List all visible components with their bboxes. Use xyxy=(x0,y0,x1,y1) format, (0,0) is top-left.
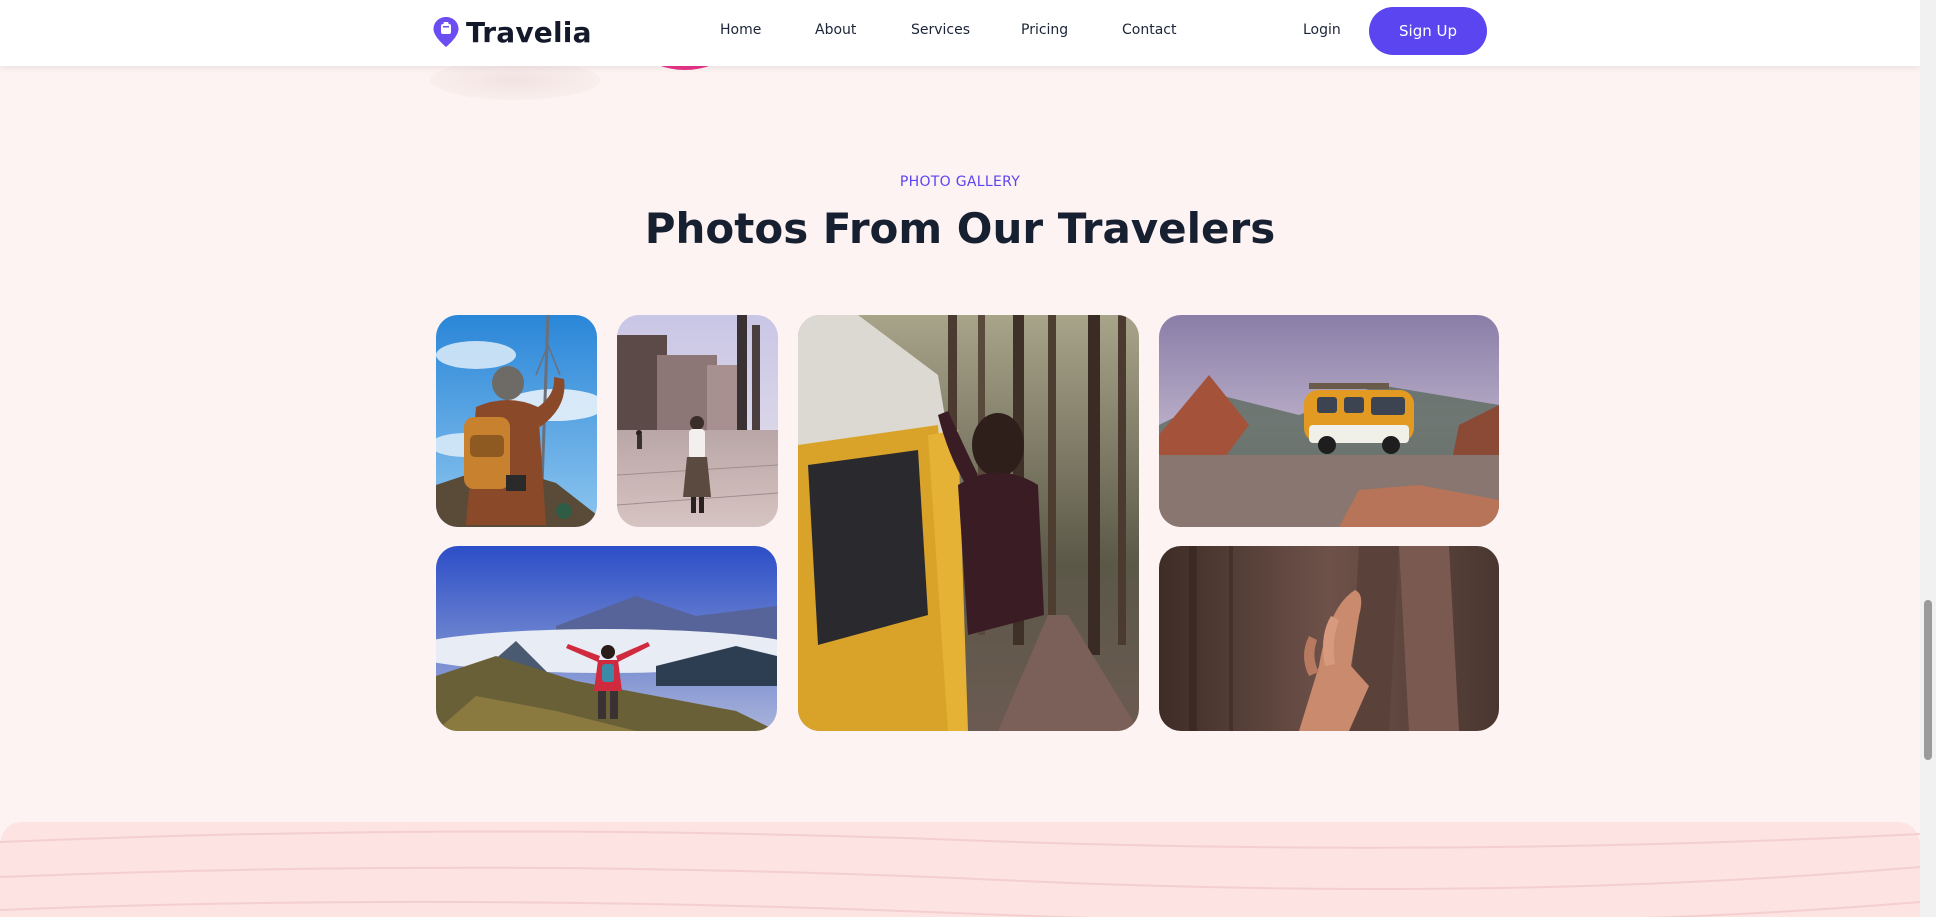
plaza-photo-image xyxy=(617,315,778,527)
nav-about[interactable]: About xyxy=(815,22,856,38)
wave-pattern-decoration xyxy=(0,830,1920,917)
site-header: Travelia Home About Services Pricing Con… xyxy=(0,0,1920,66)
section-eyebrow: PHOTO GALLERY xyxy=(899,174,1021,190)
location-pin-icon xyxy=(433,17,459,47)
van-forest-photo-image xyxy=(798,315,1139,731)
gallery-photo-plaza[interactable] xyxy=(617,315,778,527)
brand-name: Travelia xyxy=(466,15,592,49)
gallery-photo-van-forest[interactable] xyxy=(798,315,1139,731)
hiker-photo-image xyxy=(436,315,597,527)
hand-rock-photo-image xyxy=(1159,546,1499,731)
gallery-photo-hand-rock[interactable] xyxy=(1159,546,1499,731)
login-link[interactable]: Login xyxy=(1303,22,1341,38)
brand-logo[interactable]: Travelia xyxy=(432,14,592,50)
nav-home[interactable]: Home xyxy=(720,22,761,38)
gallery-photo-hiker[interactable] xyxy=(436,315,597,527)
signup-button[interactable]: Sign Up xyxy=(1369,7,1487,55)
nav-pricing[interactable]: Pricing xyxy=(1021,22,1068,38)
gallery-photo-orange-van[interactable] xyxy=(1159,315,1499,527)
next-section-band xyxy=(0,822,1920,917)
scrollbar-thumb[interactable] xyxy=(1924,600,1932,760)
nav-contact[interactable]: Contact xyxy=(1122,22,1176,38)
orange-van-photo-image xyxy=(1159,315,1499,527)
section-title: Photos From Our Travelers xyxy=(644,204,1276,253)
page-scrollbar[interactable] xyxy=(1920,0,1936,917)
gallery-photo-mountain-hiker[interactable] xyxy=(436,546,777,731)
mountain-hiker-photo-image xyxy=(436,546,777,731)
page: Travelia Home About Services Pricing Con… xyxy=(0,0,1920,917)
previous-section-decoration xyxy=(430,60,600,100)
nav-services[interactable]: Services xyxy=(911,22,970,38)
